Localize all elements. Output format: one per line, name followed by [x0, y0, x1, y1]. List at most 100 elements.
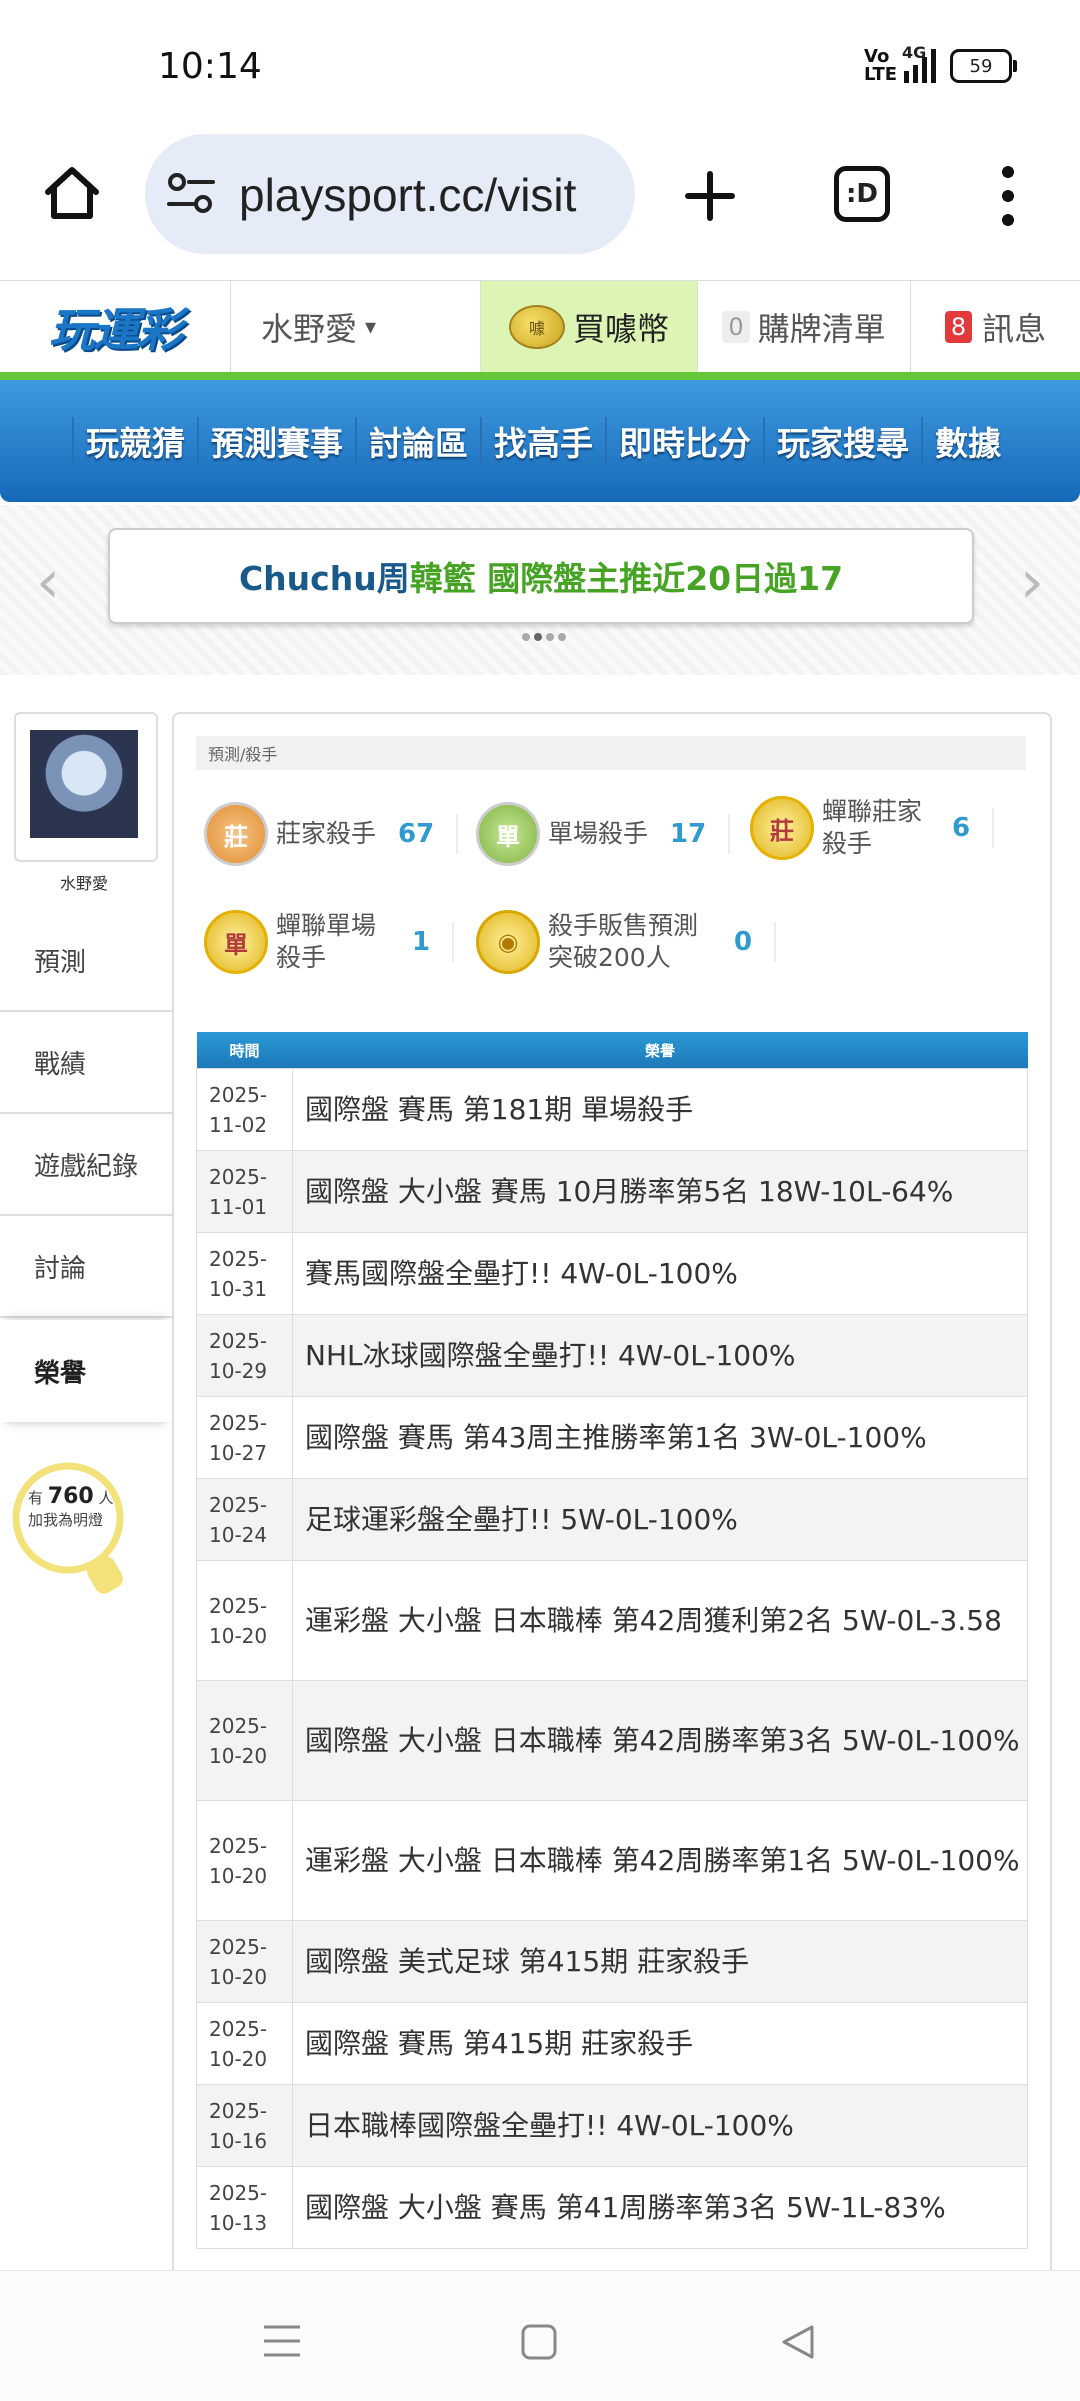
url-text[interactable]: playsport.cc/visit	[239, 168, 576, 222]
nav-item[interactable]: 預測賽事	[197, 417, 355, 465]
nav-item[interactable]: 數據	[921, 417, 1013, 465]
stat-single-killer: 單 單場殺手 17	[476, 802, 731, 866]
row-honor-text: 國際盤 美式足球 第415期 莊家殺手	[292, 1920, 1028, 2003]
main-nav: 玩競猜 預測賽事 討論區 找高手 即時比分 玩家搜尋 數據	[0, 380, 1080, 502]
messages-button[interactable]: 8 訊息	[910, 281, 1080, 373]
honor-table: 時間 榮譽 2025- 11-02 國際盤 賽馬 第181期 單場殺手 2025- 11…	[196, 1032, 1028, 2249]
row-date-year: 2025-	[209, 1082, 268, 1107]
row-date-year: 2025-	[209, 2098, 268, 2123]
row-honor-text: NHL冰球國際盤全壘打!! 4W-0L-100%	[292, 1314, 1028, 1397]
honor-table-body: 2025- 11-02 國際盤 賽馬 第181期 單場殺手 2025- 11-01 國際盤…	[196, 1068, 1028, 2249]
row-date-year: 2025-	[209, 1833, 268, 1858]
banner-author: Chuchu周	[238, 559, 410, 598]
menu-lines-icon[interactable]	[262, 2323, 302, 2359]
row-date: 2025- 10-16	[196, 2084, 293, 2167]
more-menu-icon[interactable]	[998, 166, 1018, 226]
row-date-monthday: 11-02	[209, 1112, 268, 1137]
sidebar-item-predict[interactable]: 預測	[0, 910, 172, 1012]
table-row: 2025- 10-29 NHL冰球國際盤全壘打!! 4W-0L-100%	[196, 1314, 1028, 1397]
table-row: 2025- 10-13 國際盤 大小盤 賽馬 第41周勝率第3名 5W-1L-83%	[196, 2166, 1028, 2249]
table-row: 2025- 10-20 國際盤 賽馬 第415期 莊家殺手	[196, 2002, 1028, 2085]
avatar-image	[30, 730, 138, 838]
row-date: 2025- 10-20	[196, 1920, 293, 2003]
banker-medal-icon: 莊	[204, 802, 268, 866]
banner-link[interactable]: Chuchu周 韓籃 國際盤主推近20日過17	[108, 528, 974, 624]
buy-coin-button[interactable]: 噱 買噱幣	[481, 281, 697, 373]
site-info-icon[interactable]	[167, 172, 215, 216]
table-row: 2025- 10-20 運彩盤 大小盤 日本職棒 第42周獲利第2名 5W-0L-3…	[196, 1560, 1028, 1681]
stat-banker-killer: 莊 莊家殺手 67	[204, 802, 459, 866]
avatar[interactable]	[14, 712, 158, 862]
row-date: 2025- 10-31	[196, 1232, 293, 1315]
gold-banker-medal-icon: 莊	[750, 796, 814, 860]
row-date-year: 2025-	[209, 2016, 268, 2041]
fans-prefix: 有	[28, 1489, 44, 1507]
nav-item[interactable]: 討論區	[355, 417, 480, 465]
row-date-year: 2025-	[209, 1246, 268, 1271]
chevron-left-icon[interactable]: ‹	[36, 547, 60, 617]
sidebar-item-record[interactable]: 戰績	[0, 1012, 172, 1114]
logo-text: 玩運彩	[49, 305, 183, 356]
tabs-icon[interactable]: :D	[834, 166, 890, 222]
stat-value: 67	[398, 819, 435, 849]
chevron-right-icon[interactable]: ›	[1020, 547, 1044, 617]
coin-icon: 噱	[508, 305, 565, 349]
network-type-label: 4G	[902, 43, 927, 62]
fans-count: 760	[47, 1484, 94, 1509]
row-date-monthday: 10-29	[209, 1358, 268, 1383]
row-date-monthday: 10-31	[209, 1276, 268, 1301]
stat-consecutive-single-killer: 單 蟬聯單場 殺手 1	[204, 910, 455, 974]
table-row: 2025- 10-16 日本職棒國際盤全壘打!! 4W-0L-100%	[196, 2084, 1028, 2167]
stat-label: 殺手販售預測 突破200人	[548, 910, 698, 974]
stat-value: 1	[412, 927, 431, 957]
row-honor-text: 國際盤 賽馬 第181期 單場殺手	[292, 1068, 1028, 1151]
cart-label: 購牌清單	[757, 310, 886, 348]
square-icon[interactable]	[520, 2323, 558, 2361]
home-icon[interactable]	[42, 162, 102, 222]
system-icons: Vo LTE 4G 59	[864, 43, 1017, 84]
profile-username: 水野愛	[59, 874, 108, 893]
row-date-year: 2025-	[209, 1164, 268, 1189]
row-honor-text: 運彩盤 大小盤 日本職棒 第42周勝率第1名 5W-0L-100%	[292, 1800, 1028, 1921]
nav-item[interactable]: 玩競猜	[72, 417, 197, 465]
lightbulb-icon	[12, 1462, 124, 1594]
sidebar-item-discuss[interactable]: 討論	[0, 1216, 172, 1318]
stat-label-line1: 蟬聯莊家	[822, 797, 923, 826]
buy-coin-label: 買噱幣	[572, 310, 669, 348]
system-nav-bar	[0, 2270, 1080, 2401]
stat-value: 0	[734, 927, 753, 957]
single-medal-icon: 單	[476, 802, 540, 866]
row-date-year: 2025-	[209, 1328, 268, 1353]
sidebar-item-game-log[interactable]: 遊戲紀錄	[0, 1114, 172, 1216]
breadcrumb: 預測/殺手	[196, 736, 1026, 770]
table-row: 2025- 10-31 賽馬國際盤全壘打!! 4W-0L-100%	[196, 1232, 1028, 1315]
messages-label: 訊息	[982, 310, 1047, 348]
row-honor-text: 日本職棒國際盤全壘打!! 4W-0L-100%	[292, 2084, 1028, 2167]
cart-button[interactable]: 0 購牌清單	[697, 281, 910, 373]
row-date: 2025- 10-29	[196, 1314, 293, 1397]
table-row: 2025- 11-02 國際盤 賽馬 第181期 單場殺手	[196, 1068, 1028, 1151]
sidebar-item-honor[interactable]: 榮譽	[0, 1320, 172, 1422]
status-time: 10:14	[158, 46, 262, 87]
table-row: 2025- 10-27 國際盤 賽馬 第43周主推勝率第1名 3W-0L-100%	[196, 1396, 1028, 1479]
nav-item[interactable]: 即時比分	[605, 417, 763, 465]
nav-item[interactable]: 找高手	[480, 417, 605, 465]
table-row: 2025- 10-24 足球運彩盤全壘打!! 5W-0L-100%	[196, 1478, 1028, 1561]
stat-label-line2: 突破200人	[548, 943, 671, 972]
row-honor-text: 國際盤 賽馬 第415期 莊家殺手	[292, 2002, 1028, 2085]
user-menu[interactable]: 水野愛 ▾	[231, 281, 481, 373]
site-logo[interactable]: 玩運彩	[0, 281, 231, 373]
header-divider	[0, 372, 1080, 380]
table-row: 2025- 10-20 國際盤 大小盤 日本職棒 第42周勝率第3名 5W-0L-1…	[196, 1680, 1028, 1801]
plus-icon[interactable]	[684, 170, 736, 222]
stat-label-line1: 殺手販售預測	[548, 911, 699, 940]
row-date-monthday: 10-20	[209, 1863, 268, 1888]
address-bar[interactable]: playsport.cc/visit	[145, 134, 635, 254]
follow-lightbulb[interactable]: 有 760 人 加我為明燈	[10, 1460, 130, 1610]
stat-consecutive-banker-killer: 莊 蟬聯莊家 殺手 6	[750, 796, 995, 860]
nav-item[interactable]: 玩家搜尋	[763, 417, 921, 465]
row-date: 2025- 10-20	[196, 1800, 293, 1921]
banner-headline: 韓籃 國際盤主推近20日過17	[409, 559, 844, 598]
table-row: 2025- 10-20 國際盤 美式足球 第415期 莊家殺手	[196, 1920, 1028, 2003]
back-triangle-icon[interactable]	[778, 2323, 816, 2361]
